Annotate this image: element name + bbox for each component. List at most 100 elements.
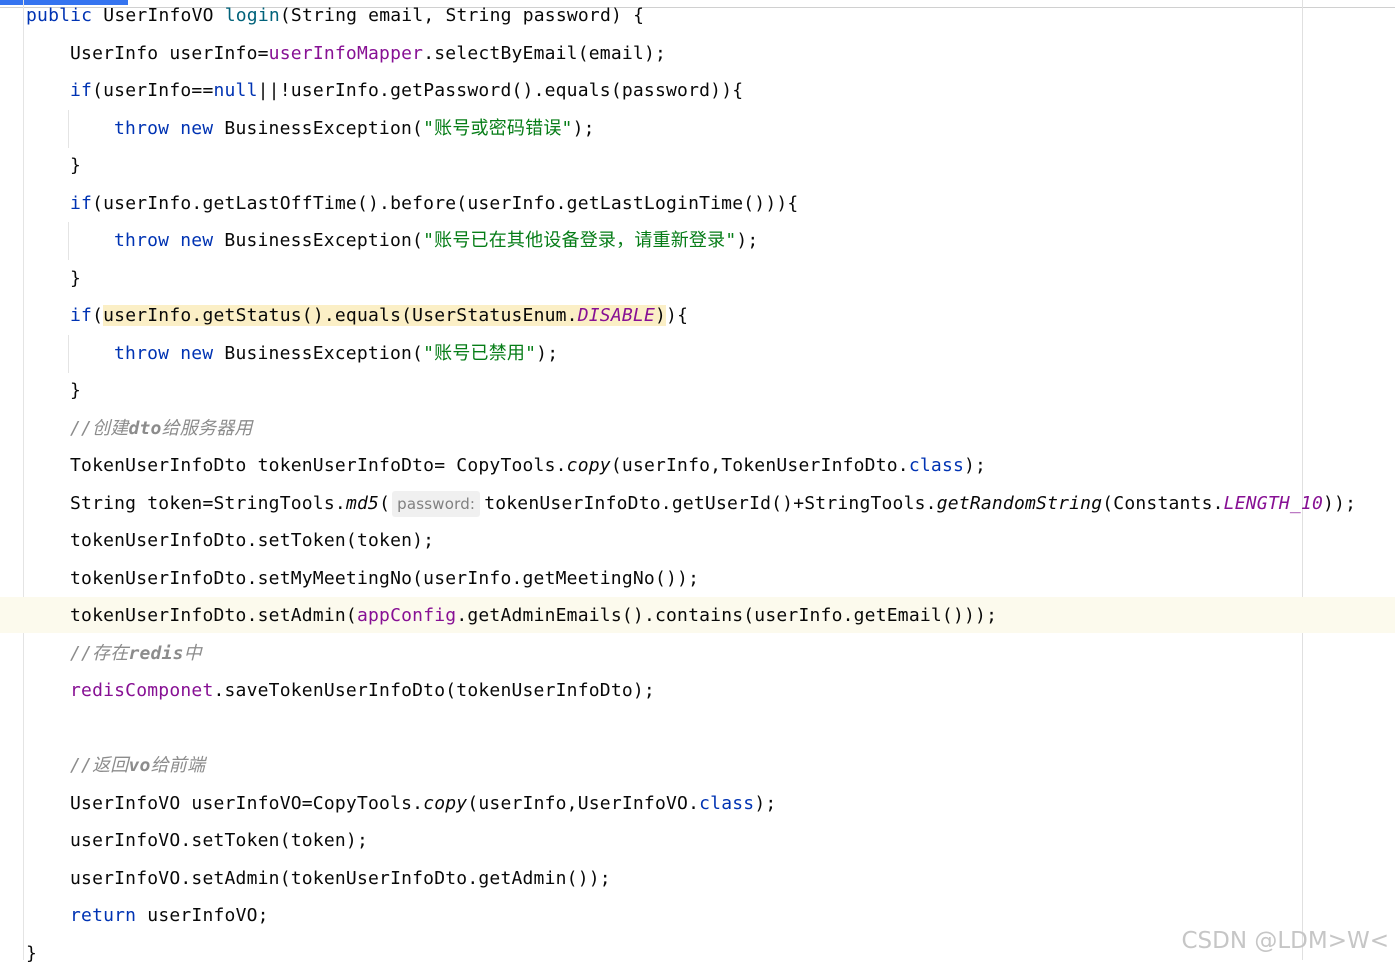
keyword: if — [70, 193, 93, 214]
comment-text: 给前端 — [150, 755, 206, 776]
code-text: UserInfo userInfo= — [70, 43, 269, 64]
code-text: ){ — [666, 305, 689, 326]
code-text: String token=StringTools. — [70, 493, 346, 514]
comment-text: //创建 — [70, 418, 129, 439]
code-text: .getAdminEmails().contains(userInfo.getE… — [456, 605, 998, 626]
code-text: ); — [572, 118, 595, 139]
closing-brace: } — [70, 380, 82, 401]
code-line[interactable]: if(userInfo==null||!userInfo.getPassword… — [70, 72, 743, 109]
static-method: md5 — [345, 493, 380, 514]
keyword: throw — [114, 230, 170, 251]
code-comment[interactable]: //返回vo给前端 — [70, 747, 205, 784]
type-name: UserInfoVO — [103, 5, 214, 26]
code-line[interactable]: if(userInfo.getLastOffTime().before(user… — [70, 185, 798, 222]
code-text: .selectByEmail(email); — [423, 43, 667, 64]
comment-text: redis — [128, 643, 184, 664]
code-line[interactable]: TokenUserInfoDto tokenUserInfoDto= CopyT… — [70, 447, 986, 484]
code-text: ); — [754, 793, 777, 814]
closing-brace: } — [70, 268, 82, 289]
code-text: (userInfo== — [92, 80, 214, 101]
code-text: BusinessException( — [224, 230, 424, 251]
keyword: throw — [114, 343, 170, 364]
code-text: tokenUserInfoDto.setMyMeetingNo(userInfo… — [70, 568, 700, 589]
code-text: userInfoVO.setToken(token); — [70, 830, 368, 851]
code-line[interactable]: userInfoVO.setToken(token); — [70, 822, 368, 859]
field-ref: appConfig — [356, 605, 457, 626]
comment-text: //存在 — [70, 643, 129, 664]
code-comment[interactable]: //存在redis中 — [70, 635, 202, 672]
code-line[interactable]: tokenUserInfoDto.setMyMeetingNo(userInfo… — [70, 560, 699, 597]
code-line[interactable]: userInfoVO.setAdmin(tokenUserInfoDto.get… — [70, 860, 611, 897]
static-method: copy — [566, 455, 611, 476]
code-text: .saveTokenUserInfoDto(tokenUserInfoDto); — [213, 680, 655, 701]
code-line[interactable]: } — [70, 372, 81, 409]
keyword: new — [180, 118, 214, 139]
indent-guide — [68, 110, 69, 148]
code-text: tokenUserInfoDto.setAdmin( — [70, 605, 357, 626]
code-line[interactable]: return userInfoVO; — [70, 897, 269, 934]
code-text: (userInfo,TokenUserInfoDto. — [610, 455, 909, 476]
static-method: copy — [423, 793, 468, 814]
keyword: null — [213, 80, 258, 101]
code-text: ||!userInfo.getPassword().equals(passwor… — [257, 80, 744, 101]
gutter-separator — [23, 0, 24, 960]
keyword: if — [70, 80, 93, 101]
watermark: CSDN @LDM>W< — [1181, 928, 1389, 954]
code-line[interactable]: if(userInfo.getStatus().equals(UserStatu… — [70, 297, 688, 334]
string-literal: "账号已在其他设备登录，请重新登录" — [423, 230, 737, 251]
indent-guide — [68, 222, 69, 260]
keyword: public — [26, 5, 93, 26]
code-line[interactable]: public UserInfoVO login(String email, St… — [26, 0, 644, 34]
keyword: return — [70, 905, 137, 926]
field-ref: userInfoMapper — [268, 43, 424, 64]
code-line[interactable]: tokenUserInfoDto.setToken(token); — [70, 522, 434, 559]
code-line[interactable]: } — [26, 935, 37, 972]
field-ref: redisComponet — [70, 680, 214, 701]
code-line[interactable]: redisComponet.saveTokenUserInfoDto(token… — [70, 672, 655, 709]
keyword: throw — [114, 118, 170, 139]
closing-brace: } — [70, 155, 82, 176]
code-text: (userInfo.getLastOffTime().before(userIn… — [92, 193, 799, 214]
code-comment[interactable]: //创建dto给服务器用 — [70, 410, 253, 447]
code-text: UserInfoVO userInfoVO=CopyTools. — [70, 793, 424, 814]
code-line[interactable]: throw new BusinessException("账号或密码错误"); — [114, 110, 595, 147]
code-text: ( — [92, 305, 104, 326]
string-literal: "账号已禁用" — [423, 343, 537, 364]
code-line[interactable]: UserInfoVO userInfoVO=CopyTools.copy(use… — [70, 785, 776, 822]
static-method: getRandomString — [936, 493, 1103, 514]
code-text: (Constants. — [1102, 493, 1224, 514]
constant: LENGTH_10 — [1223, 493, 1324, 514]
code-text: ); — [964, 455, 987, 476]
code-line[interactable]: String token=StringTools.md5(password: to… — [70, 485, 1356, 522]
comment-text: dto — [128, 418, 162, 439]
enum-constant: DISABLE — [577, 305, 655, 326]
code-text: userInfoVO.setAdmin(tokenUserInfoDto.get… — [70, 868, 611, 889]
code-line[interactable]: } — [70, 260, 81, 297]
closing-brace: } — [26, 943, 38, 964]
code-editor[interactable]: public UserInfoVO login(String email, St… — [0, 0, 1395, 964]
code-text: )); — [1323, 493, 1357, 514]
keyword: new — [180, 230, 214, 251]
code-line-current[interactable]: tokenUserInfoDto.setAdmin(appConfig.getA… — [70, 597, 997, 634]
keyword: if — [70, 305, 93, 326]
code-text: ); — [736, 230, 759, 251]
code-text: ); — [536, 343, 559, 364]
code-text: userInfo.getStatus().equals(UserStatusEn… — [103, 305, 578, 326]
string-literal: "账号或密码错误" — [423, 118, 573, 139]
method-name: login — [224, 5, 280, 26]
comment-text: //返回 — [70, 755, 129, 776]
code-text: TokenUserInfoDto tokenUserInfoDto= CopyT… — [70, 455, 567, 476]
code-line[interactable]: } — [70, 147, 81, 184]
comment-text: vo — [128, 755, 151, 776]
code-text: tokenUserInfoDto.getUserId()+StringTools… — [484, 493, 937, 514]
indent-guide — [68, 335, 69, 373]
code-line[interactable]: throw new BusinessException("账号已禁用"); — [114, 335, 558, 372]
right-margin-guide — [1302, 0, 1303, 960]
keyword: class — [908, 455, 965, 476]
keyword: class — [699, 793, 755, 814]
code-line[interactable]: throw new BusinessException("账号已在其他设备登录，… — [114, 222, 758, 259]
code-line[interactable]: UserInfo userInfo=userInfoMapper.selectB… — [70, 35, 666, 72]
parameter-hint: password: — [392, 491, 481, 517]
comment-text: 中 — [183, 643, 202, 664]
keyword: new — [180, 343, 214, 364]
